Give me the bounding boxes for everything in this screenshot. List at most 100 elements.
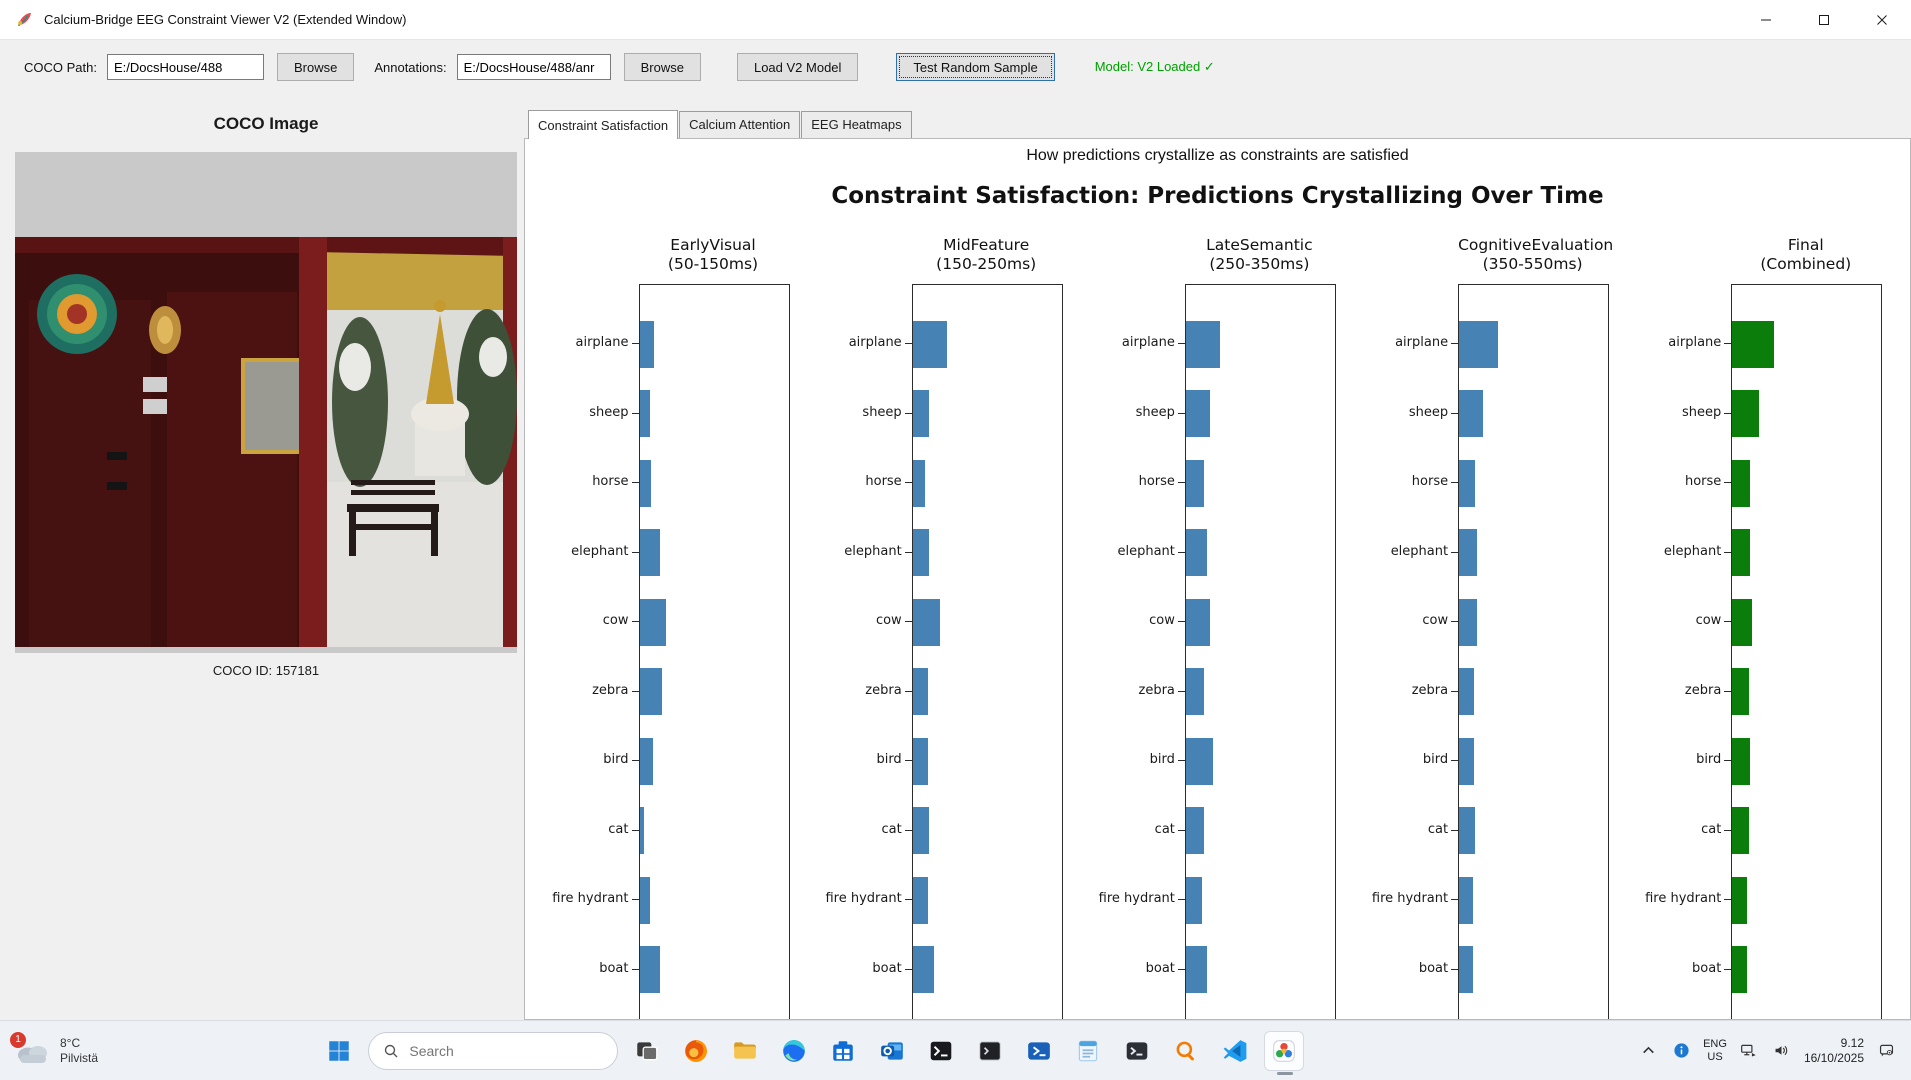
language-switcher[interactable]: ENG US — [1703, 1038, 1727, 1064]
chevron-up-icon[interactable] — [1637, 1036, 1659, 1066]
search-input[interactable] — [407, 1042, 603, 1060]
load-v2-model-button[interactable]: Load V2 Model — [737, 53, 858, 81]
bar-late-semantic-boat — [1186, 946, 1207, 993]
windows-terminal-icon[interactable] — [1117, 1031, 1157, 1071]
category-label: cat — [802, 822, 902, 837]
axis-tick — [632, 482, 639, 483]
titlebar: Calcium-Bridge EEG Constraint Viewer V2 … — [0, 0, 1911, 40]
close-button[interactable] — [1853, 0, 1911, 39]
clock[interactable]: 9.12 16/10/2025 — [1804, 1036, 1864, 1066]
search-icon — [383, 1043, 399, 1059]
browse-annotations-button[interactable]: Browse — [624, 53, 701, 81]
bar-early-visual-cat — [640, 807, 644, 854]
category-label: elephant — [1075, 544, 1175, 559]
bar-final-zebra — [1732, 668, 1748, 715]
category-label: airplane — [802, 335, 902, 350]
category-label: horse — [802, 474, 902, 489]
browse-coco-button[interactable]: Browse — [277, 53, 354, 81]
axis-tick — [1451, 899, 1458, 900]
bar-cognitive-evaluation-cow — [1459, 599, 1477, 646]
coco-image-heading: COCO Image — [15, 114, 517, 134]
file-explorer-icon[interactable] — [725, 1031, 765, 1071]
axis-tick — [1451, 621, 1458, 622]
annotations-label: Annotations: — [374, 60, 446, 75]
subplot-title: CognitiveEvaluation(350-550ms) — [1458, 236, 1607, 274]
axis-tick — [1451, 760, 1458, 761]
info-tray-icon[interactable] — [1670, 1036, 1692, 1066]
axis-tick — [1724, 760, 1731, 761]
volume-icon[interactable] — [1771, 1036, 1793, 1066]
category-label: cow — [1621, 613, 1721, 628]
category-label: cow — [1075, 613, 1175, 628]
maximize-button[interactable] — [1795, 0, 1853, 39]
axis-tick — [632, 760, 639, 761]
taskbar-app-icons — [627, 1031, 1304, 1071]
coco-path-input[interactable] — [107, 54, 264, 80]
bar-mid-feature-zebra — [913, 668, 928, 715]
bar-final-fire-hydrant — [1732, 877, 1747, 924]
category-label: bird — [529, 752, 629, 767]
category-label: fire hydrant — [1348, 891, 1448, 906]
axis-tick — [1724, 691, 1731, 692]
notepad-icon[interactable] — [1068, 1031, 1108, 1071]
category-label: cat — [1621, 822, 1721, 837]
store-icon[interactable] — [823, 1031, 863, 1071]
bar-mid-feature-fire-hydrant — [913, 877, 928, 924]
tab-eeg-heatmaps[interactable]: EEG Heatmaps — [801, 111, 911, 138]
weather-condition: Pilvistä — [60, 1051, 98, 1066]
bar-early-visual-boat — [640, 946, 661, 993]
bar-late-semantic-zebra — [1186, 668, 1204, 715]
axis-tick — [1724, 413, 1731, 414]
bar-final-bird — [1732, 738, 1750, 785]
category-label: sheep — [1621, 405, 1721, 420]
bar-early-visual-fire-hydrant — [640, 877, 650, 924]
axis-tick — [1451, 691, 1458, 692]
powershell-icon[interactable] — [1019, 1031, 1059, 1071]
annotations-input[interactable] — [457, 54, 611, 80]
plot-area — [912, 284, 1063, 1020]
vscode-icon[interactable] — [1215, 1031, 1255, 1071]
axis-tick — [632, 899, 639, 900]
category-label: airplane — [529, 335, 629, 350]
subplot-final: Final(Combined)airplanesheephorseelephan… — [1621, 236, 1883, 1020]
firefox-icon[interactable] — [676, 1031, 716, 1071]
category-label: horse — [529, 474, 629, 489]
start-button[interactable] — [319, 1031, 359, 1071]
bar-final-boat — [1732, 946, 1747, 993]
network-icon[interactable] — [1738, 1036, 1760, 1066]
category-label: horse — [1621, 474, 1721, 489]
task-view-icon[interactable] — [627, 1031, 667, 1071]
bar-late-semantic-cow — [1186, 599, 1210, 646]
bar-mid-feature-airplane — [913, 321, 947, 368]
weather-widget[interactable]: 1 8°C Pilvistä — [0, 1027, 108, 1075]
category-label: sheep — [529, 405, 629, 420]
plot-area — [1185, 284, 1336, 1020]
command-prompt-icon[interactable] — [921, 1031, 961, 1071]
category-label: elephant — [529, 544, 629, 559]
minimize-button[interactable] — [1737, 0, 1795, 39]
outlook-icon[interactable] — [872, 1031, 912, 1071]
test-random-sample-button[interactable]: Test Random Sample — [896, 53, 1054, 81]
axis-tick — [632, 552, 639, 553]
search-app-icon[interactable] — [1166, 1031, 1206, 1071]
bar-early-visual-cow — [640, 599, 667, 646]
search-box[interactable] — [368, 1032, 618, 1070]
axis-tick — [632, 621, 639, 622]
bar-final-airplane — [1732, 321, 1774, 368]
tab-calcium-attention[interactable]: Calcium Attention — [679, 111, 800, 138]
terminal-icon[interactable] — [970, 1031, 1010, 1071]
photos-icon[interactable] — [1264, 1031, 1304, 1071]
category-label: sheep — [802, 405, 902, 420]
axis-tick — [905, 691, 912, 692]
axis-tick — [1724, 621, 1731, 622]
coco-image — [15, 152, 517, 653]
bar-late-semantic-cat — [1186, 807, 1204, 854]
edge-icon[interactable] — [774, 1031, 814, 1071]
tab-constraint-satisfaction[interactable]: Constraint Satisfaction — [528, 110, 678, 139]
subplot-mid-feature: MidFeature(150-250ms)airplanesheephorsee… — [802, 236, 1064, 1020]
tray-date: 16/10/2025 — [1804, 1051, 1864, 1066]
bar-late-semantic-horse — [1186, 460, 1204, 507]
category-label: airplane — [1075, 335, 1175, 350]
notification-center-icon[interactable] — [1875, 1036, 1897, 1066]
axis-tick — [632, 969, 639, 970]
